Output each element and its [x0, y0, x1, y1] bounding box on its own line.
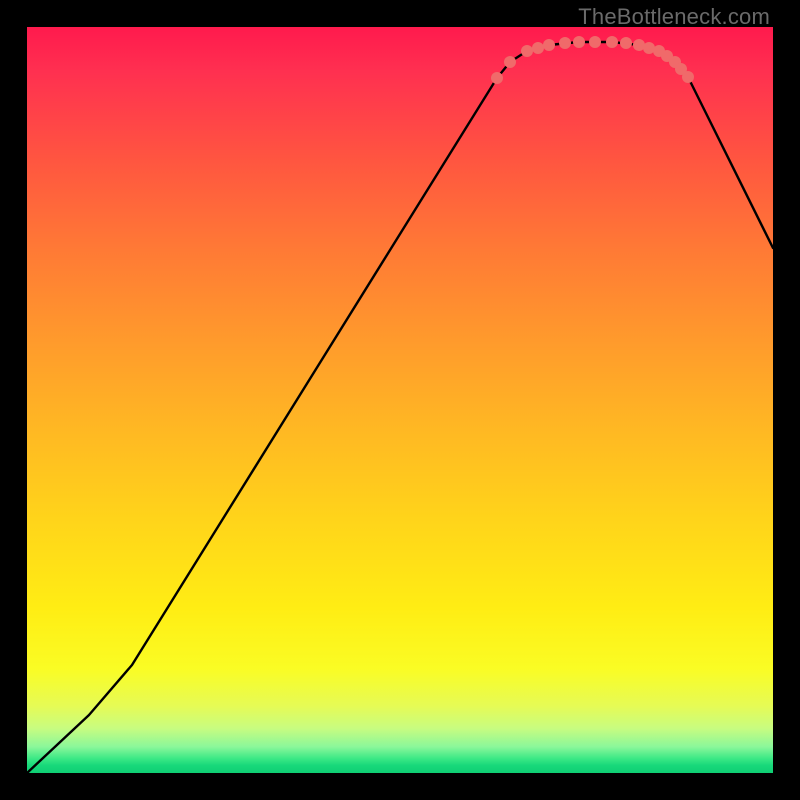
- highlight-markers: [491, 36, 694, 84]
- highlight-dot: [620, 37, 632, 49]
- chart-frame: TheBottleneck.com: [0, 0, 800, 800]
- plot-area: [27, 27, 773, 773]
- highlight-dot: [491, 72, 503, 84]
- watermark-text: TheBottleneck.com: [578, 4, 770, 30]
- highlight-dot: [504, 56, 516, 68]
- highlight-dot: [521, 45, 533, 57]
- highlight-dot: [682, 71, 694, 83]
- highlight-dot: [573, 36, 585, 48]
- highlight-dot: [589, 36, 601, 48]
- bottleneck-curve: [27, 27, 773, 773]
- highlight-dot: [606, 36, 618, 48]
- highlight-dot: [543, 39, 555, 51]
- highlight-dot: [532, 42, 544, 54]
- highlight-dot: [559, 37, 571, 49]
- curve-line: [27, 42, 773, 773]
